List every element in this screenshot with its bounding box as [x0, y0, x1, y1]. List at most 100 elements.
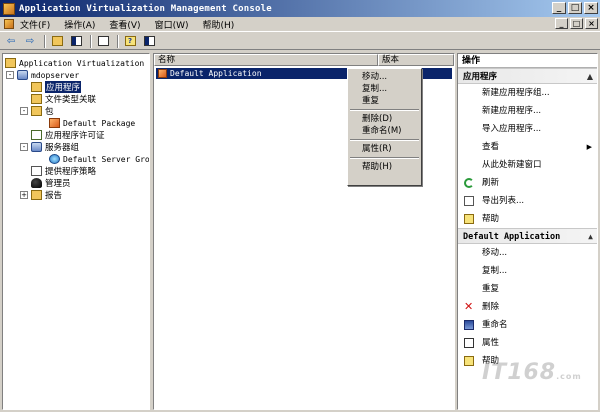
submenu-arrow-icon: ▶ [586, 143, 592, 151]
menu-window[interactable]: 窗口(W) [155, 18, 189, 31]
tree-item-provider-policies[interactable]: 提供程序策略 [31, 165, 96, 177]
back-button[interactable]: ⇦ [3, 34, 19, 48]
refresh-icon [464, 178, 474, 188]
action-duplicate[interactable]: 重复 [458, 280, 597, 298]
action-refresh[interactable]: 刷新 [458, 174, 597, 192]
mdi-restore-button[interactable]: □ [570, 18, 583, 29]
collapse-icon[interactable]: - [20, 143, 28, 151]
collapse-section-icon[interactable]: ▲ [588, 229, 593, 245]
back-arrow-icon: ⇦ [6, 35, 16, 47]
tree-item-reports[interactable]: + 报告 [20, 189, 62, 201]
collapse-section-icon[interactable]: ▲ [587, 69, 593, 85]
list-header: 名称 版本 [154, 54, 454, 66]
forward-arrow-icon: ⇨ [25, 35, 35, 47]
tree-server[interactable]: - mdopserver [6, 69, 79, 81]
collapse-icon[interactable]: - [20, 107, 28, 115]
ctx-duplicate[interactable]: 重复 [348, 95, 421, 107]
action-new-window[interactable]: 从此处新建窗口 [458, 156, 597, 174]
section-title: 应用程序 [463, 72, 498, 82]
action-properties[interactable]: 属性 [458, 334, 597, 352]
export-list-icon [97, 36, 109, 46]
action-view[interactable]: 查看 ▶ [458, 138, 597, 156]
up-folder-button[interactable] [49, 34, 65, 48]
action-delete[interactable]: ✕ 删除 [458, 298, 597, 316]
tree-root[interactable]: Application Virtualization 系 [5, 57, 149, 69]
administrators-icon [31, 178, 42, 188]
app-icon [3, 2, 15, 15]
tree-item-default-server-group[interactable]: Default Server Grou [49, 153, 149, 165]
rename-icon [464, 320, 474, 330]
tree-item-server-groups[interactable]: - 服务器组 [20, 141, 79, 153]
action-help[interactable]: 帮助 [458, 210, 597, 228]
action-export-list[interactable]: 导出列表... [458, 192, 597, 210]
collapse-icon[interactable]: - [6, 71, 14, 79]
action-new-app[interactable]: 新建应用程序... [458, 102, 597, 120]
ctx-properties[interactable]: 属性(R) [348, 143, 421, 155]
ctx-rename[interactable]: 重命名(M) [348, 125, 421, 137]
console-tree[interactable]: Application Virtualization 系 - mdopserve… [2, 53, 150, 410]
ctx-help[interactable]: 帮助(H) [348, 161, 421, 173]
ctx-move[interactable]: 移动... [348, 71, 421, 83]
action-new-app-group[interactable]: 新建应用程序组... [458, 84, 597, 102]
actions-pane: 操作 应用程序 ▲ 新建应用程序组... 新建应用程序... 导入应用程序...… [457, 53, 598, 410]
action-copy[interactable]: 复制... [458, 262, 597, 280]
folder-icon [31, 106, 42, 116]
menu-file[interactable]: 文件(F) [20, 18, 50, 31]
mdi-close-button[interactable]: × [585, 18, 598, 29]
export-list-button[interactable] [95, 34, 111, 48]
help-icon [464, 214, 474, 224]
tree-item-file-types[interactable]: 文件类型关联 [31, 93, 96, 105]
tree-item-licenses[interactable]: 应用程序许可证 [31, 129, 105, 141]
show-action-pane-button[interactable] [141, 34, 157, 48]
window-controls: _ □ × [552, 2, 598, 14]
mdi-minimize-button[interactable]: _ [555, 18, 568, 29]
close-button[interactable]: × [584, 2, 598, 14]
list-item-name: Default Application [170, 69, 262, 78]
folder-icon [31, 82, 42, 92]
tree-item-applications[interactable]: 应用程序 [31, 81, 82, 93]
action-pane-icon [143, 36, 155, 46]
action-move[interactable]: 移动... [458, 244, 597, 262]
window-title: Application Virtualization Management Co… [19, 3, 272, 14]
mdi-controls: _ □ × [555, 18, 598, 29]
expand-icon[interactable]: + [20, 191, 28, 199]
show-tree-button[interactable] [68, 34, 84, 48]
properties-icon [464, 338, 474, 348]
forward-button[interactable]: ⇨ [22, 34, 38, 48]
license-icon [31, 130, 42, 140]
ctx-separator [348, 107, 421, 113]
menu-action[interactable]: 操作(A) [64, 18, 95, 31]
folder-icon [31, 190, 42, 200]
tree-item-default-package[interactable]: Default Package [49, 117, 135, 129]
toolbar-separator [117, 34, 119, 48]
help-icon [464, 356, 474, 366]
toolbar: ⇦ ⇨ ? [0, 33, 600, 50]
up-folder-icon [51, 36, 63, 46]
watermark: IT168.com [482, 360, 582, 385]
action-rename[interactable]: 重命名 [458, 316, 597, 334]
console-doc-icon[interactable] [4, 19, 14, 29]
server-group-globe-icon [49, 154, 60, 164]
export-list-icon [464, 196, 474, 206]
action-import-app[interactable]: 导入应用程序... [458, 120, 597, 138]
actions-section-applications[interactable]: 应用程序 ▲ [458, 68, 597, 84]
ctx-copy[interactable]: 复制... [348, 83, 421, 95]
column-header-name[interactable]: 名称 [154, 54, 378, 66]
server-group-icon [31, 142, 42, 152]
tree-item-packages[interactable]: - 包 [20, 105, 54, 117]
menubar: 文件(F) 操作(A) 查看(V) 窗口(W) 帮助(H) _ □ × [0, 17, 600, 32]
minimize-button[interactable]: _ [552, 2, 566, 14]
menu-help[interactable]: 帮助(H) [203, 18, 235, 31]
policy-icon [31, 166, 42, 176]
delete-icon: ✕ [464, 300, 474, 313]
ctx-separator [348, 155, 421, 161]
ctx-delete[interactable]: 删除(D) [348, 113, 421, 125]
help-button[interactable]: ? [122, 34, 138, 48]
folder-icon [31, 94, 42, 104]
section-title: Default Application [463, 232, 561, 242]
column-header-version[interactable]: 版本 [378, 54, 454, 66]
actions-section-default-application[interactable]: Default Application ▲ [458, 228, 597, 244]
tree-item-admins[interactable]: 管理员 [31, 177, 71, 189]
menu-view[interactable]: 查看(V) [109, 18, 140, 31]
maximize-button[interactable]: □ [568, 2, 582, 14]
